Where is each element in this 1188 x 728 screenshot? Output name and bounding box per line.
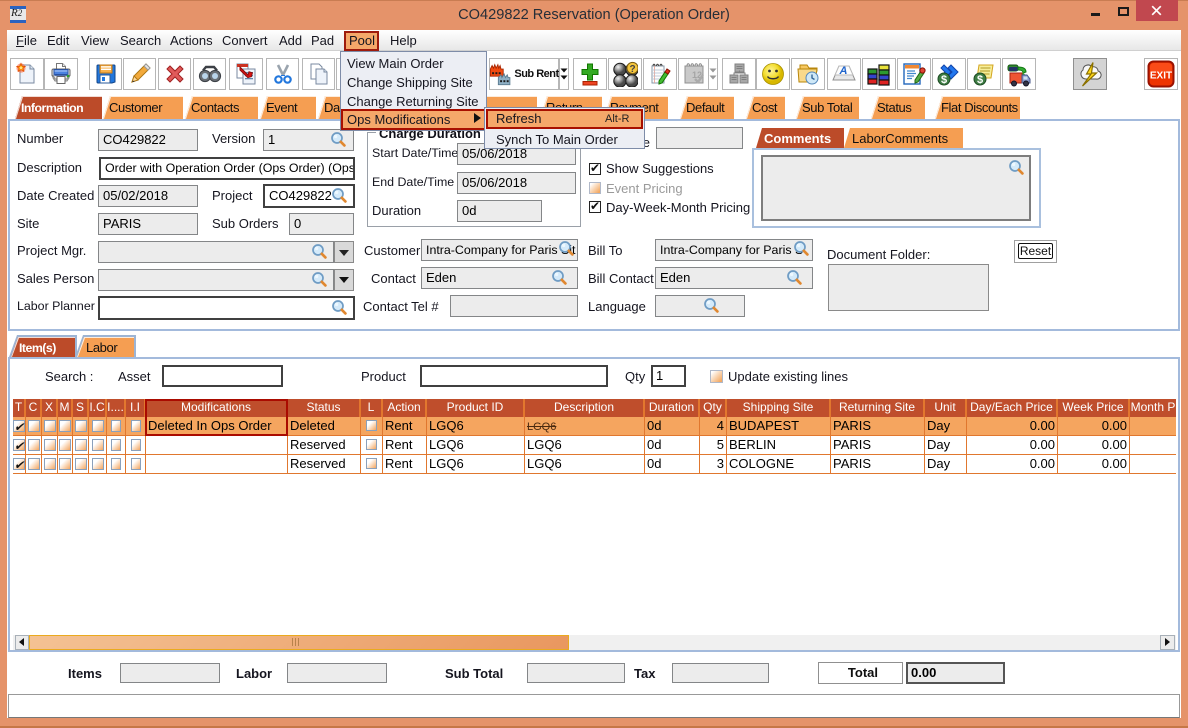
- svg-text:A: A: [839, 65, 848, 77]
- svg-text:?: ?: [629, 64, 635, 75]
- svg-text:$: $: [977, 74, 983, 86]
- svg-text:$: $: [941, 74, 947, 86]
- svg-text:EXIT: EXIT: [1150, 71, 1172, 82]
